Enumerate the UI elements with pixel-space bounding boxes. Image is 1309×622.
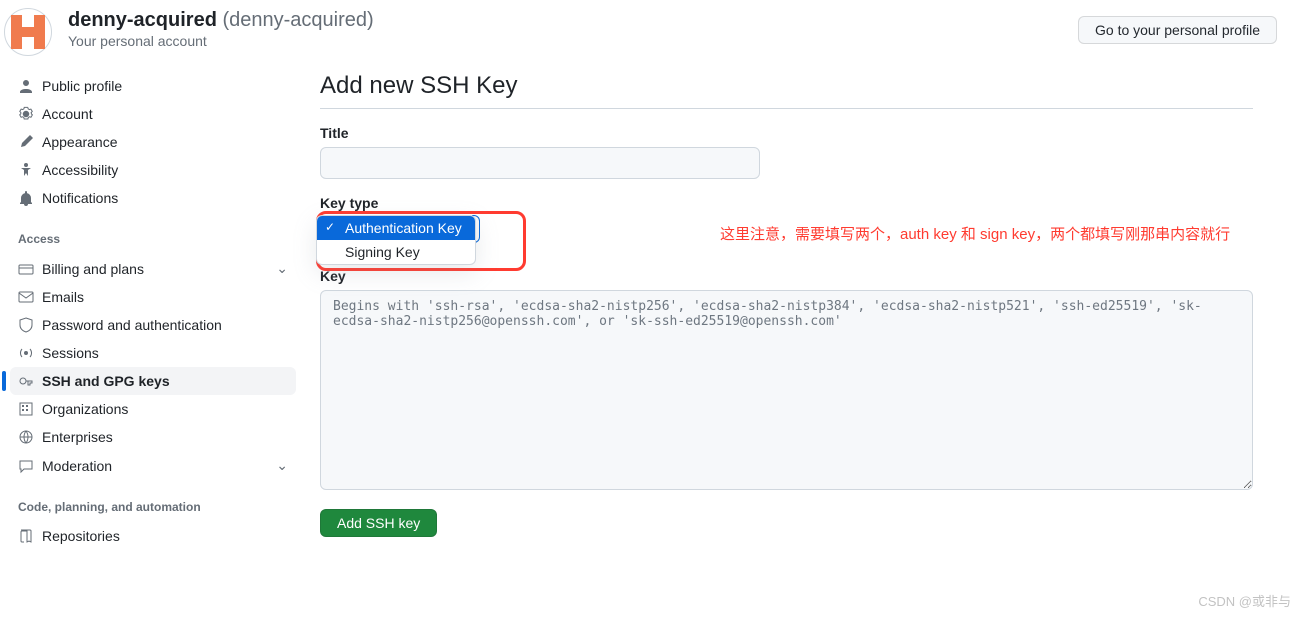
settings-sidebar: Public profile Account Appearance Accessibi… [0,72,296,550]
sidebar-item-label: Appearance [42,134,118,150]
key-icon [18,373,34,389]
repo-icon [18,528,34,544]
key-label: Key [320,268,1253,284]
sidebar-item-billing-and-plans[interactable]: Billing and plans ⌄ [10,254,296,283]
card-icon [18,261,34,277]
broadcast-icon [18,345,34,361]
sidebar-item-organizations[interactable]: Organizations [10,395,296,423]
sidebar-item-label: Moderation [42,458,112,474]
sidebar-item-label: Accessibility [42,162,118,178]
sidebar-item-label: Sessions [42,345,99,361]
sidebar-item-account[interactable]: Account [10,100,296,128]
org-icon [18,401,34,417]
sidebar-item-enterprises[interactable]: Enterprises [10,423,296,451]
brush-icon [18,134,34,150]
sidebar-item-sessions[interactable]: Sessions [10,339,296,367]
key-textarea[interactable] [320,290,1253,490]
sidebar-item-accessibility[interactable]: Accessibility [10,156,296,184]
watermark: CSDN @或非与 [1198,591,1291,610]
gear-icon [18,106,34,122]
chevron-down-icon: ⌄ [276,457,288,474]
sidebar-item-label: Billing and plans [42,261,144,277]
bell-icon [18,190,34,206]
sidebar-item-label: Account [42,106,93,122]
person-icon [18,78,34,94]
dropdown-option-auth[interactable]: Authentication Key [317,216,475,240]
header-subtitle: Your personal account [68,33,1062,49]
sidebar-item-label: Organizations [42,401,128,417]
sidebar-item-label: Public profile [42,78,122,94]
header-title: denny-acquired (denny-acquired) [68,8,1062,33]
sidebar-item-label: Emails [42,289,84,305]
sidebar-item-label: SSH and GPG keys [42,373,170,389]
comment-icon [18,458,34,474]
title-input[interactable] [320,147,760,179]
username: denny-acquired [68,9,217,31]
mail-icon [18,289,34,305]
sidebar-item-appearance[interactable]: Appearance [10,128,296,156]
nav-group-access: Access [10,224,296,254]
annotation-text: 这里注意，需要填写两个，auth key 和 sign key，两个都填写刚那串… [720,223,1230,244]
sidebar-item-public-profile[interactable]: Public profile [10,72,296,100]
go-to-profile-button[interactable]: Go to your personal profile [1078,16,1277,44]
sidebar-item-label: Password and authentication [42,317,222,333]
globe-icon [18,429,34,445]
sidebar-item-label: Enterprises [42,429,113,445]
add-ssh-key-button[interactable]: Add SSH key [320,509,437,537]
sidebar-item-emails[interactable]: Emails [10,283,296,311]
sidebar-item-label: Repositories [42,528,120,544]
sidebar-item-moderation[interactable]: Moderation ⌄ [10,451,296,480]
sidebar-item-notifications[interactable]: Notifications [10,184,296,212]
nav-group-code: Code, planning, and automation [10,492,296,522]
title-label: Title [320,125,1253,141]
sidebar-item-password-and-authentication[interactable]: Password and authentication [10,311,296,339]
main-content: Add new SSH Key Title Key type Authentic… [320,72,1309,550]
chevron-down-icon: ⌄ [276,260,288,277]
keytype-label: Key type [320,195,1253,211]
user-handle: (denny-acquired) [222,9,373,31]
dropdown-option-signing[interactable]: Signing Key [317,240,475,264]
page-header: denny-acquired (denny-acquired) Your per… [0,0,1309,72]
keytype-dropdown-menu: Authentication Key Signing Key [316,215,476,265]
sidebar-item-ssh-and-gpg-keys[interactable]: SSH and GPG keys [10,367,296,395]
shield-icon [18,317,34,333]
page-title: Add new SSH Key [320,72,1253,109]
sidebar-item-label: Notifications [42,190,118,206]
avatar[interactable] [4,8,52,56]
a11y-icon [18,162,34,178]
sidebar-item-repositories[interactable]: Repositories [10,522,296,550]
